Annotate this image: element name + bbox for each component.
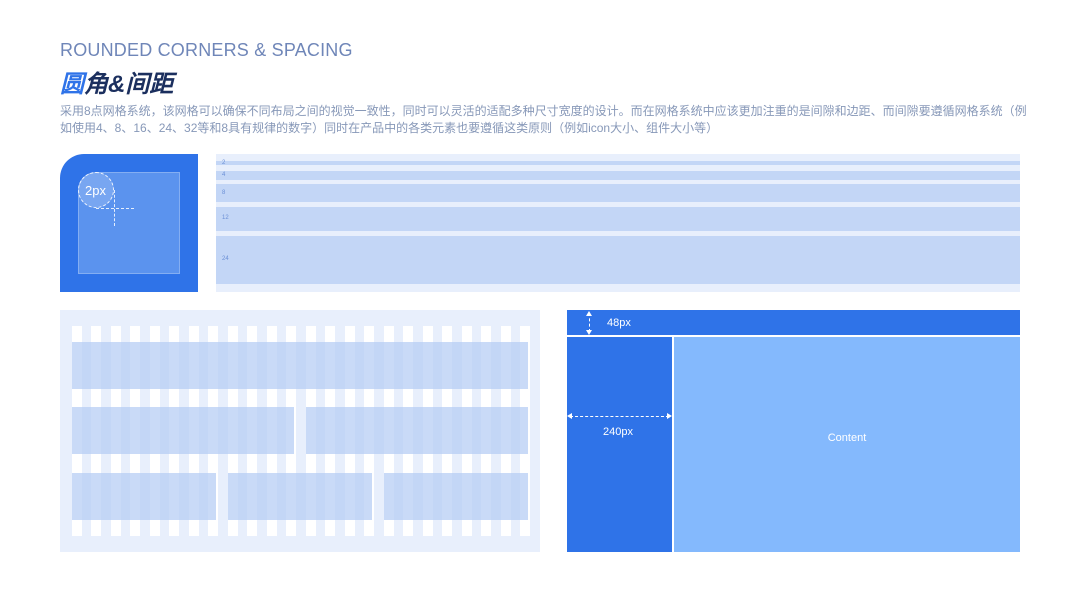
layout-content-region [674, 337, 1020, 552]
page-title-accent: 圆 [60, 71, 84, 98]
content-label: Content [827, 432, 867, 444]
layout-header-region [567, 310, 1020, 335]
sidebar-width-label: 240px [603, 426, 633, 438]
arrow-right-icon [667, 413, 672, 419]
spacing-bar-8 [216, 184, 1020, 202]
corner-guide-vertical [114, 190, 115, 226]
spacing-label-12: 12 [222, 215, 229, 221]
grid-row-half [306, 407, 528, 454]
layout-sidebar-region [567, 337, 672, 552]
grid-row-third [72, 473, 216, 520]
grid-row-full [72, 342, 528, 389]
spacing-label-2: 2 [222, 160, 226, 166]
grid-row-third [384, 473, 528, 520]
sidebar-width-dimension-line [570, 416, 669, 417]
spacing-bar-2 [216, 161, 1020, 165]
spacing-label-8: 8 [222, 190, 226, 196]
corner-radius-label: 2px [85, 183, 106, 198]
arrow-up-icon [586, 311, 592, 316]
description-text: 采用8点网格系统，该网格可以确保不同布局之间的视觉一致性，同时可以灵活的适配多种… [60, 104, 1027, 135]
grid-row-half [72, 407, 294, 454]
grid-row-third [228, 473, 372, 520]
section-subtitle: ROUNDED CORNERS & SPACING [60, 40, 353, 60]
page-title: 圆角&间距 [60, 64, 173, 99]
spacing-label-24: 24 [222, 256, 229, 262]
spacing-label-4: 4 [222, 172, 226, 178]
arrow-left-icon [567, 413, 572, 419]
corner-guide-horizontal [96, 208, 134, 209]
spacing-bar-24 [216, 236, 1020, 284]
page-title-rest: 角&间距 [84, 71, 174, 98]
spacing-bar-4 [216, 171, 1020, 180]
spacing-bar-12 [216, 207, 1020, 231]
arrow-down-icon [586, 330, 592, 335]
header-height-label: 48px [607, 317, 631, 329]
